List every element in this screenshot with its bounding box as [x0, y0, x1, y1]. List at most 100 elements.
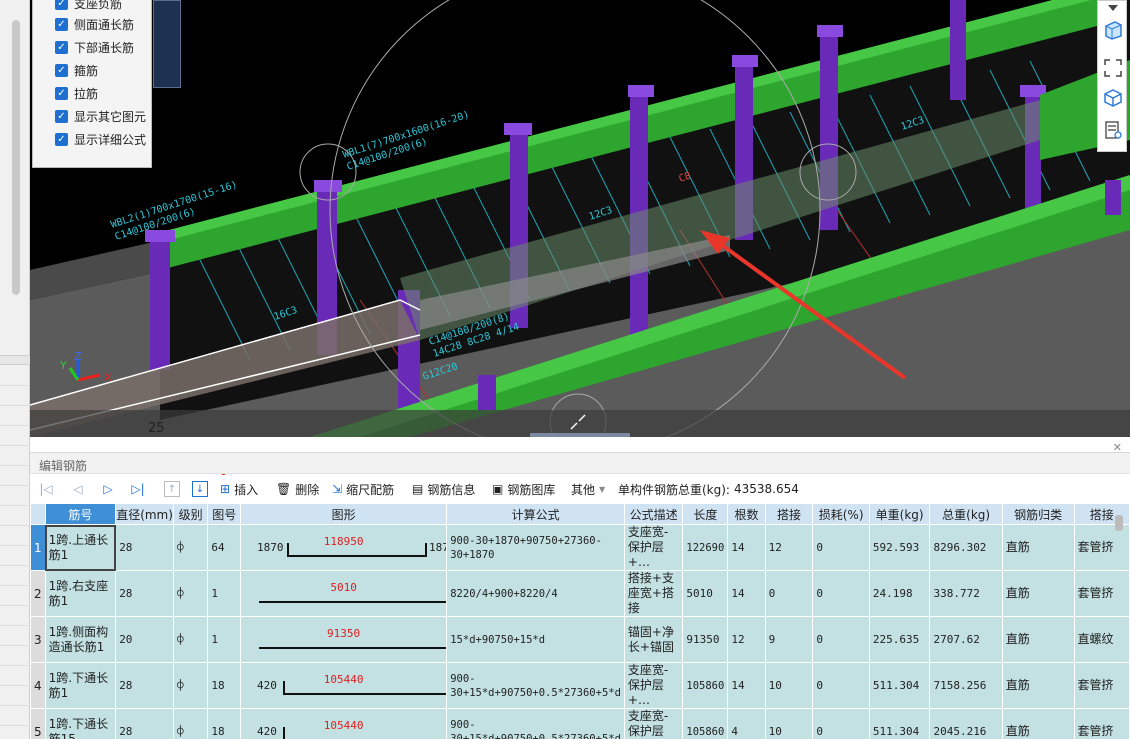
col-header[interactable]: 钢筋归类 [1001, 503, 1075, 525]
unit-weight-cell[interactable]: 592.593 [868, 524, 931, 571]
total-weight-cell[interactable]: 338.772 [929, 570, 1003, 617]
class-cell[interactable]: 直筋 [1001, 570, 1075, 617]
col-header[interactable]: 图号 [207, 503, 241, 525]
delete-button[interactable]: 🗑 删除 [276, 480, 319, 498]
zoom-extents-icon[interactable] [1102, 57, 1124, 79]
figure-no-cell[interactable]: 1 [207, 616, 241, 663]
checkbox-icon[interactable]: ✓ [55, 0, 68, 10]
desc-cell[interactable]: 支座宽-保护层+… [623, 708, 684, 739]
table-row[interactable]: 2 1跨.右支座筋1 28 ⌽ 1 5010 8220/4+900+8220/4… [30, 570, 1130, 617]
close-icon[interactable]: ✕ [1113, 441, 1122, 454]
row-number[interactable]: 5 [30, 708, 46, 739]
formula-cell[interactable]: 900-30+1870+90750+27360-30+1870 [446, 524, 625, 571]
row-number[interactable]: 2 [30, 570, 46, 617]
unit-weight-cell[interactable]: 511.304 [868, 662, 931, 709]
bar-name-cell[interactable]: 1跨.右支座筋1 [44, 570, 117, 617]
count-cell[interactable]: 14 [727, 570, 766, 617]
lap-count-cell[interactable]: 0 [764, 570, 814, 617]
lap-type-cell[interactable]: 套管挤 [1073, 570, 1130, 617]
rebar-info-button[interactable]: ▤ 钢筋信息 [412, 480, 475, 498]
rebar-library-button[interactable]: ▣ 钢筋图库 [492, 480, 555, 498]
figure-no-cell[interactable]: 1 [207, 570, 241, 617]
unit-weight-cell[interactable]: 225.635 [868, 616, 931, 663]
left-pane-scrollbar[interactable] [12, 20, 20, 295]
total-weight-cell[interactable]: 7158.256 [929, 662, 1003, 709]
total-weight-cell[interactable]: 8296.302 [929, 524, 1003, 571]
desc-cell[interactable]: 搭接+支座宽+搭接 [623, 570, 684, 617]
count-cell[interactable]: 14 [727, 662, 766, 709]
figure-no-cell[interactable]: 18 [207, 708, 241, 739]
formula-cell[interactable]: 900-30+15*d+90750+0.5*27360+5*d [446, 662, 625, 709]
lap-count-cell[interactable]: 10 [764, 662, 814, 709]
isometric-icon[interactable] [1102, 87, 1124, 109]
last-record-icon[interactable]: ▷| [130, 481, 146, 497]
col-header[interactable]: 损耗(%) [812, 503, 870, 525]
lap-type-cell[interactable]: 套管挤 [1073, 662, 1130, 709]
layer-toggle-stirrup[interactable]: ✓ 箍筋 [55, 60, 98, 80]
figure-no-cell[interactable]: 64 [207, 524, 241, 571]
loss-cell[interactable]: 0 [812, 616, 870, 663]
col-header[interactable]: 单重(kg) [868, 503, 931, 525]
unit-weight-cell[interactable]: 511.304 [868, 708, 931, 739]
count-cell[interactable]: 4 [727, 708, 766, 739]
bar-name-cell[interactable]: 1跨.下通长筋15 [44, 708, 117, 739]
loss-cell[interactable]: 0 [812, 662, 870, 709]
grid-scrollbar[interactable] [1115, 515, 1123, 531]
3d-viewport[interactable]: WBL2(1)700x1700(15-16) C14@100/200(6) WB… [30, 0, 1130, 437]
grade-cell[interactable]: ⌽ [172, 616, 209, 663]
diameter-cell[interactable]: 28 [115, 524, 174, 571]
layer-toggle-detail-formula[interactable]: ✓ 显示详细公式 [55, 129, 146, 149]
bar-name-cell[interactable]: 1跨.侧面构造通长筋1 [44, 616, 117, 663]
chevron-down-icon[interactable] [1102, 1, 1124, 15]
table-row[interactable]: 3 1跨.侧面构造通长筋1 20 ⌽ 1 91350 15*d+90750+15… [30, 616, 1130, 663]
checkbox-icon[interactable]: ✓ [55, 132, 68, 146]
cube-view-icon[interactable] [1102, 19, 1124, 41]
move-down-icon[interactable]: ↓ [192, 481, 208, 497]
table-row[interactable]: 4 1跨.下通长筋1 28 ⌽ 18 420 105440 900-30+15*… [30, 662, 1130, 709]
figure-no-cell[interactable]: 18 [207, 662, 241, 709]
class-cell[interactable]: 直筋 [1001, 708, 1075, 739]
length-cell[interactable]: 105860 [682, 708, 729, 739]
class-cell[interactable]: 直筋 [1001, 616, 1075, 663]
layer-toggle-other[interactable]: ✓ 显示其它图元 [55, 106, 146, 126]
class-cell[interactable]: 直筋 [1001, 662, 1075, 709]
formula-cell[interactable]: 15*d+90750+15*d [446, 616, 625, 663]
formula-cell[interactable]: 900-30+15*d+90750+0.5*27360+5*d [446, 708, 625, 739]
total-weight-cell[interactable]: 2045.216 [929, 708, 1003, 739]
checkbox-icon[interactable]: ✓ [55, 86, 68, 100]
loss-cell[interactable]: 0 [812, 708, 870, 739]
table-row[interactable]: 5 1跨.下通长筋15 28 ⌽ 18 420 105440 900-30+15… [30, 708, 1130, 739]
layer-toggle-bottom-long[interactable]: ✓ 下部通长筋 [55, 37, 134, 57]
shape-cell[interactable]: 420 105440 [239, 662, 448, 709]
checkbox-icon[interactable]: ✓ [55, 17, 68, 31]
class-cell[interactable]: 直筋 [1001, 524, 1075, 571]
col-header[interactable]: 总重(kg) [929, 503, 1003, 525]
bar-name-cell[interactable]: 1跨.下通长筋1 [44, 662, 117, 709]
row-number[interactable]: 1 [30, 524, 46, 571]
next-record-icon[interactable]: ▷ [100, 481, 116, 497]
shape-cell[interactable]: 5010 [239, 570, 448, 617]
lap-type-cell[interactable]: 直螺纹 [1073, 616, 1130, 663]
table-row[interactable]: 1 1跨.上通长筋1 28 ⌽ 64 1870 118950 1870 [30, 524, 1130, 571]
count-cell[interactable]: 12 [727, 616, 766, 663]
layer-toggle-support-neg[interactable]: ✓ 支座负筋 [55, 0, 122, 13]
diameter-cell[interactable]: 28 [115, 570, 174, 617]
diameter-cell[interactable]: 20 [115, 616, 174, 663]
col-header[interactable]: 筋号 [44, 503, 117, 525]
grade-cell[interactable]: ⌽ [172, 570, 209, 617]
length-cell[interactable]: 122690 [682, 524, 729, 571]
col-header[interactable]: 直径(mm) [115, 503, 174, 525]
desc-cell[interactable]: 支座宽-保护层+… [623, 662, 684, 709]
total-weight-cell[interactable]: 2707.62 [929, 616, 1003, 663]
desc-cell[interactable]: 锚固+净长+锚固 [623, 616, 684, 663]
layer-toggle-tie[interactable]: ✓ 拉筋 [55, 83, 98, 103]
shape-cell[interactable]: 1870 118950 1870 [239, 524, 448, 571]
scale-rebar-button[interactable]: ⇲ 缩尺配筋 [332, 480, 394, 498]
lap-count-cell[interactable]: 10 [764, 708, 814, 739]
length-cell[interactable]: 105860 [682, 662, 729, 709]
loss-cell[interactable]: 0 [812, 570, 870, 617]
other-dropdown[interactable]: 其他 ▼ [571, 480, 605, 498]
desc-cell[interactable]: 支座宽-保护层+… [623, 524, 684, 571]
bar-name-cell[interactable]: 1跨.上通长筋1 [44, 524, 117, 571]
report-settings-icon[interactable] [1102, 119, 1124, 141]
